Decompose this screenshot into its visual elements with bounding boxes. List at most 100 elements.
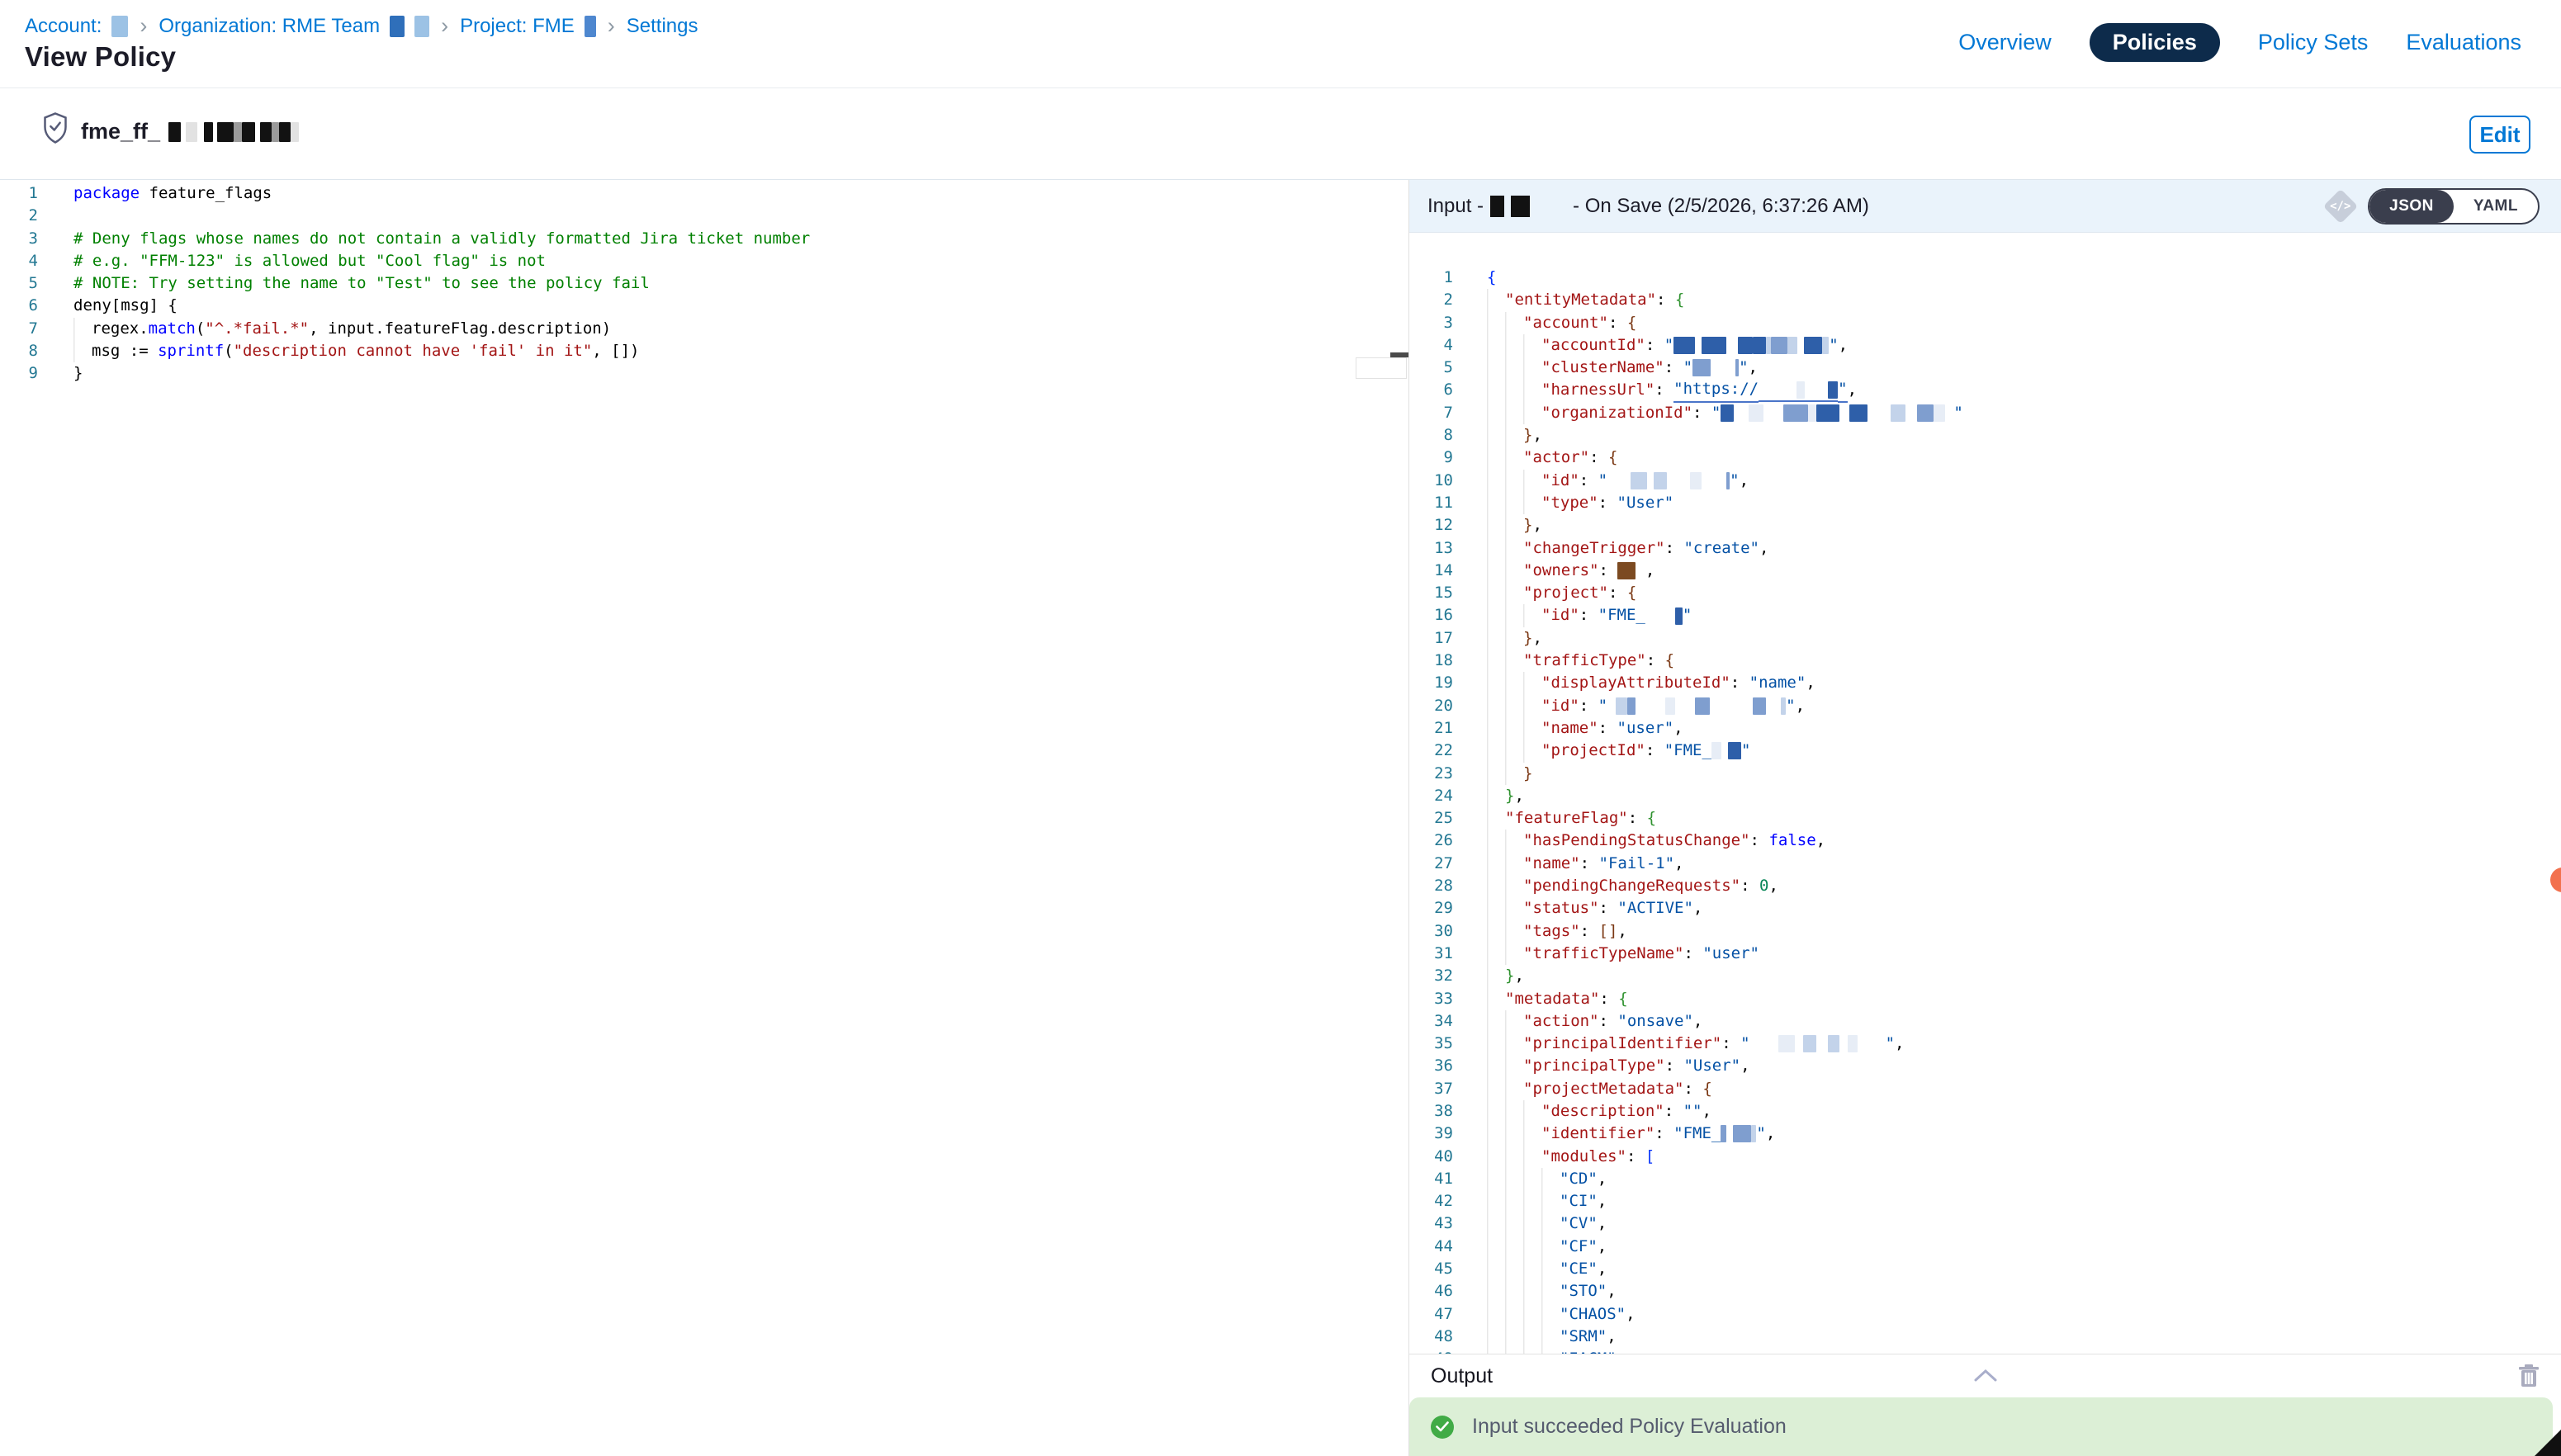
code-line[interactable]: 42"CI",: [1409, 1190, 2561, 1213]
code-line[interactable]: 11"type": "User": [1409, 492, 2561, 514]
code-token: :: [1579, 604, 1598, 626]
evaluation-status-banner: Input succeeded Policy Evaluation: [1409, 1397, 2553, 1456]
code-line[interactable]: 9"actor": {: [1409, 447, 2561, 469]
code-line[interactable]: 5"clusterName": "",: [1409, 357, 2561, 379]
code-line[interactable]: 8msg := sprintf("description cannot have…: [0, 340, 1408, 362]
code-line[interactable]: 10"id": "",: [1409, 470, 2561, 492]
code-line-content: "IACM": [1453, 1348, 1617, 1354]
indent-guide: [1487, 717, 1541, 740]
code-line[interactable]: 2"entityMetadata": {: [1409, 289, 2561, 311]
code-line[interactable]: 47"CHAOS",: [1409, 1303, 2561, 1326]
code-line[interactable]: 4# e.g. "FFM-123" is allowed but "Cool f…: [0, 250, 1408, 272]
code-line[interactable]: 19"displayAttributeId": "name",: [1409, 672, 2561, 694]
code-line[interactable]: 4"accountId": "",: [1409, 334, 2561, 357]
breadcrumb: Account: › Organization: RME Team › Proj…: [25, 13, 698, 39]
code-line[interactable]: 28"pendingChangeRequests": 0,: [1409, 875, 2561, 897]
code-line[interactable]: 8},: [1409, 424, 2561, 447]
breadcrumb-organization-link[interactable]: Organization: RME Team: [159, 15, 380, 38]
code-line[interactable]: 35"principalIdentifier": "",: [1409, 1033, 2561, 1055]
code-line[interactable]: 41"CD",: [1409, 1168, 2561, 1190]
code-line-content: "status": "ACTIVE",: [1453, 897, 1702, 919]
policy-code-editor[interactable]: 1package feature_flags23# Deny flags who…: [0, 180, 1409, 1456]
code-line[interactable]: 31"trafficTypeName": "user": [1409, 943, 2561, 965]
code-line[interactable]: 6deny[msg] {: [0, 295, 1408, 317]
code-line[interactable]: 37"projectMetadata": {: [1409, 1078, 2561, 1100]
redacted-text: [1627, 697, 1636, 715]
code-line[interactable]: 26"hasPendingStatusChange": false,: [1409, 830, 2561, 852]
code-line[interactable]: 16"id": "FME_": [1409, 604, 2561, 626]
edit-button[interactable]: Edit: [2469, 116, 2530, 154]
yaml-toggle-button[interactable]: YAML: [2454, 190, 2538, 223]
code-line[interactable]: 3# Deny flags whose names do not contain…: [0, 228, 1408, 250]
breadcrumb-settings-link[interactable]: Settings: [627, 15, 698, 38]
code-line[interactable]: 15"project": {: [1409, 582, 2561, 604]
code-line[interactable]: 33"metadata": {: [1409, 988, 2561, 1010]
code-line[interactable]: 27"name": "Fail-1",: [1409, 853, 2561, 875]
redacted-gap: [1734, 404, 1749, 422]
code-line[interactable]: 39"identifier": "FME_",: [1409, 1123, 2561, 1145]
tab-overview[interactable]: Overview: [1958, 30, 2052, 55]
code-line[interactable]: 6"harnessUrl": "https://",: [1409, 379, 2561, 401]
breadcrumb-account-link[interactable]: Account:: [25, 15, 102, 38]
code-line[interactable]: 23}: [1409, 763, 2561, 785]
code-line[interactable]: 13"changeTrigger": "create",: [1409, 537, 2561, 560]
code-line[interactable]: 3"account": {: [1409, 312, 2561, 334]
code-line[interactable]: 18"trafficType": {: [1409, 650, 2561, 672]
code-line[interactable]: 44"CF",: [1409, 1236, 2561, 1258]
redacted-value: [1721, 1123, 1756, 1145]
breadcrumb-project-link[interactable]: Project: FME: [460, 15, 575, 38]
code-line[interactable]: 14"owners": ,: [1409, 560, 2561, 582]
code-line[interactable]: 36"principalType": "User",: [1409, 1055, 2561, 1077]
code-line[interactable]: 40"modules": [: [1409, 1146, 2561, 1168]
code-line[interactable]: 25"featureFlag": {: [1409, 807, 2561, 830]
code-line[interactable]: 5# NOTE: Try setting the name to "Test" …: [0, 272, 1408, 295]
code-token: ,: [1848, 379, 1857, 401]
indent-guide: [1487, 807, 1505, 830]
code-line[interactable]: 7regex.match("^.*fail.*", input.featureF…: [0, 318, 1408, 340]
redacted-policy-name: [168, 122, 299, 142]
tab-evaluations[interactable]: Evaluations: [2406, 30, 2521, 55]
code-line[interactable]: 29"status": "ACTIVE",: [1409, 897, 2561, 919]
json-toggle-button[interactable]: JSON: [2369, 190, 2454, 223]
code-line[interactable]: 34"action": "onsave",: [1409, 1010, 2561, 1033]
indent-guide: [1487, 560, 1523, 582]
code-line-content: }: [38, 362, 83, 385]
trash-icon[interactable]: [2518, 1364, 2540, 1388]
code-line[interactable]: 30"tags": [],: [1409, 920, 2561, 943]
tab-policies[interactable]: Policies: [2090, 23, 2220, 62]
code-line[interactable]: 20"id": "",: [1409, 695, 2561, 717]
code-line[interactable]: 1{: [1409, 267, 2561, 289]
input-json-editor[interactable]: 1{2"entityMetadata": {3"account": {4"acc…: [1409, 233, 2561, 1354]
code-line[interactable]: 17},: [1409, 627, 2561, 650]
code-line[interactable]: 9}: [0, 362, 1408, 385]
code-line[interactable]: 7"organizationId": "": [1409, 402, 2561, 424]
code-line[interactable]: 24},: [1409, 785, 2561, 807]
code-line[interactable]: 2: [0, 205, 1408, 227]
redacted-gap: [1839, 1035, 1848, 1052]
code-line[interactable]: 45"CE",: [1409, 1258, 2561, 1280]
line-number: 32: [1409, 965, 1453, 987]
code-line[interactable]: 46"STO",: [1409, 1280, 2561, 1302]
line-number: 34: [1409, 1010, 1453, 1033]
code-line-content: "description": "",: [1453, 1100, 1711, 1123]
tab-policy-sets[interactable]: Policy Sets: [2258, 30, 2369, 55]
code-line[interactable]: 49"IACM": [1409, 1348, 2561, 1354]
code-token: "action": [1523, 1010, 1599, 1033]
code-line[interactable]: 43"CV",: [1409, 1213, 2561, 1235]
code-line-content: "CI",: [1453, 1190, 1607, 1213]
code-line[interactable]: 12},: [1409, 514, 2561, 537]
code-line[interactable]: 1package feature_flags: [0, 182, 1408, 205]
editor-scrollbar-slider[interactable]: [1356, 357, 1407, 379]
code-line-content: "SRM",: [1453, 1326, 1617, 1348]
chevron-up-icon[interactable]: [1973, 1368, 1998, 1383]
code-token: :: [1692, 402, 1711, 424]
code-line[interactable]: 21"name": "user",: [1409, 717, 2561, 740]
code-line[interactable]: 38"description": "",: [1409, 1100, 2561, 1123]
code-token: :: [1683, 1078, 1702, 1100]
code-token: :: [1664, 357, 1683, 379]
code-line[interactable]: 32},: [1409, 965, 2561, 987]
code-line[interactable]: 22"projectId": "FME_": [1409, 740, 2561, 762]
code-line[interactable]: 48"SRM",: [1409, 1326, 2561, 1348]
redacted-gap: [1702, 472, 1726, 489]
indent-guide: [1487, 763, 1523, 785]
